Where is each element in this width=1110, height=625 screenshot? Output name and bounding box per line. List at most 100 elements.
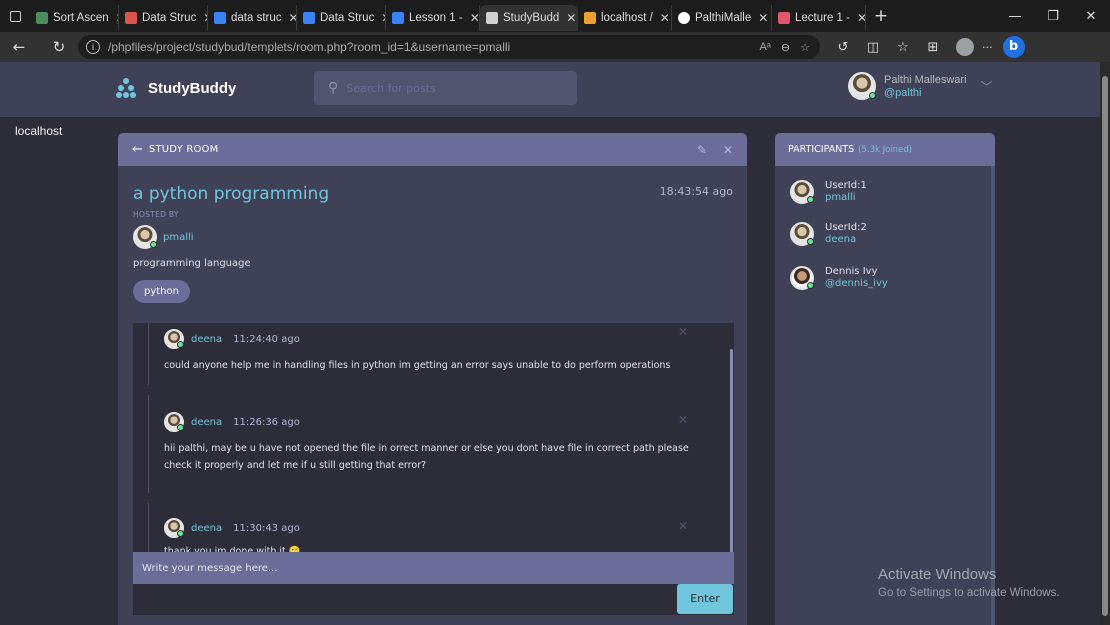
collections-icon[interactable]: ⊞ — [918, 40, 948, 55]
browser-tab[interactable]: Lesson 1 - ✕ — [386, 5, 480, 31]
edit-icon[interactable]: ✎ — [697, 143, 707, 157]
new-tab-button[interactable]: + — [866, 6, 896, 26]
refresh-button[interactable]: ↻ — [46, 38, 72, 56]
favicon-icon — [303, 12, 315, 24]
search-bar[interactable]: ⚲ — [314, 71, 577, 105]
room-header-title: STUDY ROOM — [148, 144, 219, 155]
browser-tab[interactable]: localhost / ✕ — [578, 5, 672, 31]
message-author-avatar — [164, 412, 184, 432]
room-timestamp: 18:43:54 ago — [659, 185, 733, 198]
url-host: localhost — [15, 124, 63, 138]
browser-tab[interactable]: PalthiMalle ✕ — [672, 5, 772, 31]
topic-tag[interactable]: python — [133, 280, 190, 303]
search-input[interactable] — [346, 81, 547, 95]
restore-button[interactable]: ❐ — [1034, 9, 1072, 24]
profile-avatar[interactable] — [956, 38, 974, 56]
participants-panel: PARTICIPANTS (5.3k Joined) UserId:1 pmal… — [775, 133, 995, 625]
online-status-icon — [807, 238, 814, 245]
message-composer — [133, 552, 734, 584]
favorites-icon[interactable]: ☆ — [888, 40, 918, 55]
chevron-down-icon[interactable]: ﹀ — [981, 78, 993, 95]
bing-copilot-icon[interactable]: b — [1002, 36, 1025, 58]
message-item: deena 11:30:43 ago ✕ thank you im done w… — [148, 503, 718, 553]
favicon-icon — [778, 12, 790, 24]
back-button[interactable]: ← — [6, 38, 32, 56]
logo-link[interactable]: StudyBuddy — [116, 78, 236, 98]
minimize-button[interactable]: — — [996, 9, 1034, 24]
page-scrollbar-thumb[interactable] — [1102, 76, 1108, 616]
app-header: StudyBuddy ⚲ Palthi Malleswari @palthi ﹀ — [0, 62, 1100, 117]
close-tab-icon[interactable]: ✕ — [758, 11, 768, 25]
close-tab-icon[interactable]: ✕ — [660, 11, 670, 25]
participant-name: UserId:2 — [825, 222, 867, 233]
participant-avatar — [790, 222, 814, 246]
favorite-star-icon[interactable]: ☆ — [800, 41, 810, 54]
close-tab-icon[interactable]: ✕ — [566, 11, 576, 25]
close-icon[interactable]: ✕ — [723, 143, 733, 157]
message-author[interactable]: deena — [191, 523, 222, 534]
split-screen-icon[interactable]: ◫ — [858, 40, 888, 55]
close-tab-icon[interactable]: ✕ — [289, 11, 297, 25]
message-input[interactable] — [142, 562, 702, 574]
user-name: Palthi Malleswari — [884, 73, 967, 86]
room-header: ← STUDY ROOM ✎ ✕ — [118, 133, 747, 166]
delete-message-icon[interactable]: ✕ — [678, 413, 688, 427]
browser-tab-active[interactable]: StudyBudd ✕ — [480, 5, 578, 31]
message-item: deena 11:24:40 ago ✕ could anyone help m… — [148, 323, 718, 385]
browser-tab-bar: Sort Ascen✕ Data Struc✕ data struc✕ Data… — [0, 0, 1110, 32]
online-status-icon — [807, 282, 814, 289]
thread-scrollbar[interactable] — [730, 349, 733, 555]
browser-toolbar: ↺ ◫ ☆ ⊞ — [828, 40, 948, 55]
participant-name: UserId:1 — [825, 180, 867, 191]
message-item: deena 11:26:36 ago ✕ hii palthi, may be … — [148, 395, 718, 493]
room-title: a python programming — [133, 184, 330, 204]
delete-message-icon[interactable]: ✕ — [678, 325, 688, 339]
delete-message-icon[interactable]: ✕ — [678, 519, 688, 533]
participants-count: (5.3k Joined) — [858, 144, 912, 155]
participant-item[interactable]: Dennis Ivy @dennis_ivy — [790, 266, 888, 290]
user-handle: @palthi — [884, 86, 922, 99]
browser-tab[interactable]: Lecture 1 -✕ — [772, 5, 866, 31]
online-status-icon — [177, 530, 184, 537]
logo-text: StudyBuddy — [148, 79, 237, 97]
message-time: 11:30:43 ago — [233, 522, 300, 534]
enter-button[interactable]: Enter — [677, 584, 733, 614]
participant-handle: deena — [825, 234, 857, 245]
url-path: /phpfiles/project/studybud/templets/room… — [108, 40, 511, 54]
tab-actions-button[interactable] — [0, 0, 30, 32]
close-tab-icon[interactable]: ✕ — [857, 11, 865, 25]
more-options-icon[interactable]: ··· — [982, 41, 993, 54]
room-host[interactable]: pmalli — [133, 225, 194, 249]
extensions-icon[interactable]: ↺ — [828, 40, 858, 55]
participant-handle: pmalli — [825, 192, 856, 203]
browser-tab[interactable]: Data Struc✕ — [297, 5, 386, 31]
back-arrow-icon[interactable]: ← — [132, 142, 143, 157]
message-body: could anyone help me in handling files i… — [164, 360, 671, 371]
zoom-icon[interactable]: ⊖ — [781, 41, 790, 54]
favicon-icon — [214, 12, 226, 24]
host-name: pmalli — [163, 231, 194, 243]
browser-tab[interactable]: Sort Ascen✕ — [30, 5, 119, 31]
read-aloud-icon[interactable]: Aᵃ — [759, 41, 770, 54]
search-icon: ⚲ — [328, 80, 339, 96]
message-body: hii palthi, may be u have not opened the… — [164, 443, 689, 471]
user-menu[interactable]: Palthi Malleswari @palthi ﹀ — [848, 72, 993, 100]
online-status-icon — [177, 341, 184, 348]
browser-tab[interactable]: data struc✕ — [208, 5, 297, 31]
browser-tab[interactable]: Data Struc✕ — [119, 5, 208, 31]
participants-scrollbar[interactable] — [991, 166, 995, 625]
close-tab-icon[interactable]: ✕ — [470, 11, 479, 25]
page-scrollbar[interactable] — [1100, 62, 1110, 625]
browser-address-bar: ← ↻ i localhost/phpfiles/project/studybu… — [0, 32, 1110, 138]
url-field[interactable]: i localhost/phpfiles/project/studybud/te… — [15, 35, 820, 138]
room-description: programming language — [133, 258, 251, 269]
message-author[interactable]: deena — [191, 334, 222, 345]
participant-item[interactable]: UserId:2 deena — [790, 222, 867, 246]
online-status-icon — [177, 424, 184, 431]
participant-item[interactable]: UserId:1 pmalli — [790, 180, 867, 204]
message-author[interactable]: deena — [191, 417, 222, 428]
site-info-icon[interactable]: i — [86, 40, 100, 54]
favicon-icon — [125, 12, 137, 24]
participants-header: PARTICIPANTS (5.3k Joined) — [775, 133, 995, 166]
close-window-button[interactable]: ✕ — [1072, 9, 1110, 24]
